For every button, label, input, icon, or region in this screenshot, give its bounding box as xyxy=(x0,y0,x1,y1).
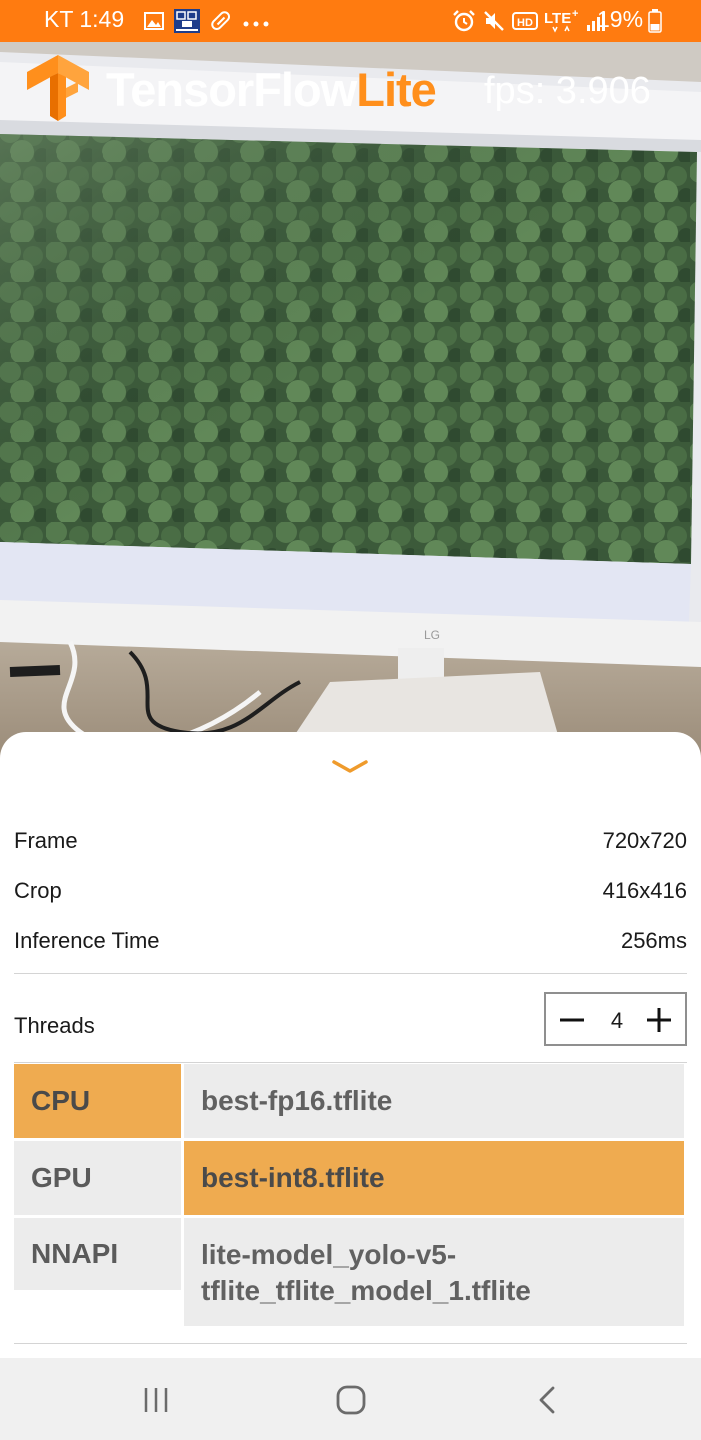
plus-icon[interactable] xyxy=(645,1006,673,1034)
battery-percent: 19% xyxy=(597,6,644,32)
alarm-icon xyxy=(452,9,476,38)
fps-readout: fps: 3.906 xyxy=(484,70,651,112)
camera-preview: LG xyxy=(0,42,701,762)
info-label: Inference Time xyxy=(14,928,160,953)
delegate-item-cpu[interactable]: CPU xyxy=(14,1064,181,1138)
model-item-label-line2: tflite_tflite_model_1.tflite xyxy=(201,1275,531,1306)
more-dots-icon xyxy=(242,15,270,33)
svg-text:+: + xyxy=(572,8,578,20)
divider xyxy=(14,973,687,974)
info-row-inference-time: Inference Time 256ms xyxy=(14,928,687,958)
model-item-fp16[interactable]: best-fp16.tflite xyxy=(184,1064,684,1138)
info-row-frame: Frame 720x720 xyxy=(14,828,687,858)
recents-icon[interactable] xyxy=(138,1382,174,1418)
minus-icon[interactable] xyxy=(558,1006,586,1034)
threads-label: Threads xyxy=(14,1013,95,1038)
pill-icon xyxy=(210,10,232,37)
threads-stepper: 4 xyxy=(544,992,687,1046)
back-icon[interactable] xyxy=(530,1382,566,1418)
app-title-main: TensorFlow xyxy=(106,63,357,116)
app-badge-icon xyxy=(174,9,200,38)
status-bar: KT 1:49 HD LTE + 19% xyxy=(0,0,701,42)
app-title: TensorFlowLite xyxy=(106,62,437,117)
model-item-label: best-int8.tflite xyxy=(201,1162,385,1193)
camera-frame-image: LG xyxy=(0,42,701,762)
mute-icon xyxy=(482,9,506,38)
model-item-label-line1: lite-model_yolo-v5- xyxy=(201,1239,457,1270)
svg-text:LG: LG xyxy=(424,628,440,642)
battery-icon xyxy=(648,9,662,38)
status-carrier-time: KT 1:49 xyxy=(44,6,125,32)
hd-icon: HD xyxy=(512,11,538,36)
chevron-down-icon[interactable] xyxy=(331,758,369,776)
model-item-label: best-fp16.tflite xyxy=(201,1085,393,1116)
svg-text:HD: HD xyxy=(517,17,533,29)
info-value: 256ms xyxy=(620,928,687,953)
model-item-yolo-v5[interactable]: lite-model_yolo-v5- tflite_tflite_model_… xyxy=(184,1218,684,1326)
info-label: Frame xyxy=(14,828,78,853)
divider xyxy=(14,1062,687,1063)
info-value: 720x720 xyxy=(602,828,687,853)
status-right-icons: HD LTE + xyxy=(452,8,608,39)
info-label: Crop xyxy=(14,878,62,903)
delegate-item-gpu[interactable]: GPU xyxy=(14,1141,181,1215)
model-item-int8[interactable]: best-int8.tflite xyxy=(184,1141,684,1215)
info-row-crop: Crop 416x416 xyxy=(14,878,687,908)
home-icon[interactable] xyxy=(333,1382,369,1418)
tensorflow-logo-icon xyxy=(27,55,89,121)
svg-text:LTE: LTE xyxy=(544,10,571,27)
app-title-accent: Lite xyxy=(356,63,437,116)
gallery-icon xyxy=(144,12,164,35)
lte-icon: LTE + xyxy=(544,8,580,39)
divider xyxy=(14,1343,687,1344)
navigation-bar xyxy=(0,1358,701,1440)
info-value: 416x416 xyxy=(602,878,687,903)
delegate-item-nnapi[interactable]: NNAPI xyxy=(14,1218,181,1290)
threads-count: 4 xyxy=(610,1008,624,1033)
status-left-icons xyxy=(144,9,270,38)
